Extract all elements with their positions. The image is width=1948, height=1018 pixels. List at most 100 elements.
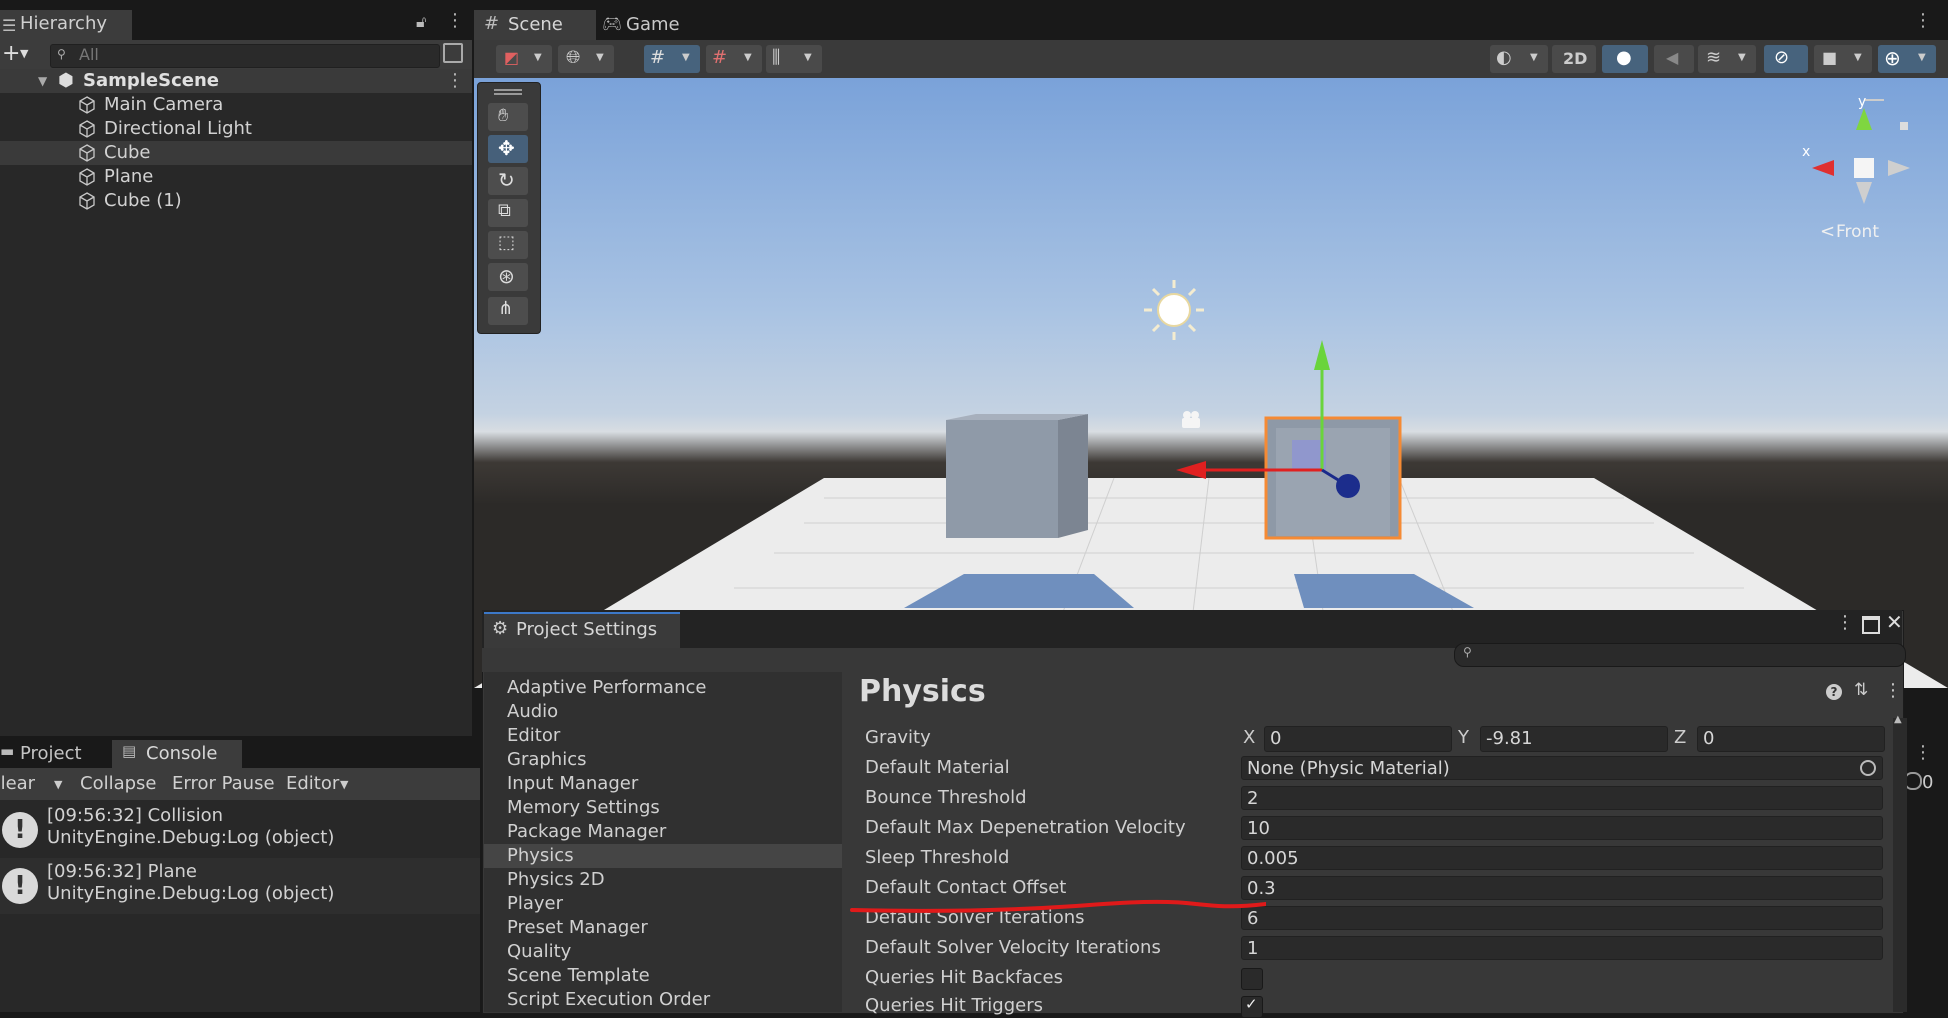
kebab-menu-icon[interactable]: ⋮: [1836, 612, 1854, 633]
scroll-up-icon[interactable]: ▲: [1894, 714, 1902, 725]
hierarchy-search-input[interactable]: ⚲ All: [50, 44, 440, 68]
chevron-down-icon[interactable]: ▼: [20, 47, 28, 60]
lock-icon[interactable]: 🔓︎: [416, 12, 426, 32]
nav-item[interactable]: Input Manager: [484, 772, 842, 796]
lighting-toggle-button[interactable]: ●: [1602, 45, 1648, 73]
console-log-entry[interactable]: ! [09:56:32] Plane UnityEngine.Debug:Log…: [0, 858, 480, 914]
camera-gizmo: [1182, 411, 1200, 428]
nav-item[interactable]: Package Manager: [484, 820, 842, 844]
settings-search-input[interactable]: ⚲: [1454, 643, 1906, 667]
maximize-icon[interactable]: [1862, 616, 1880, 634]
solver-velocity-iterations-field[interactable]: 1: [1241, 936, 1883, 960]
grid-snap-button[interactable]: # ▼: [644, 45, 700, 73]
shading-mode-button[interactable]: ◐ ▼: [1490, 45, 1548, 73]
gravity-label: Gravity: [865, 727, 931, 748]
help-icon[interactable]: ?: [1826, 684, 1842, 700]
2d-toggle-button[interactable]: 2D: [1552, 45, 1596, 73]
tab-console[interactable]: ▤ Console: [112, 740, 242, 768]
hierarchy-item-selected[interactable]: Cube: [0, 141, 472, 165]
nav-item[interactable]: Player: [484, 892, 842, 916]
scale-tool-button[interactable]: ⧉: [488, 199, 528, 227]
object-picker-icon[interactable]: [1860, 760, 1876, 776]
gravity-z-field[interactable]: 0: [1697, 726, 1885, 752]
nav-item[interactable]: Memory Settings: [484, 796, 842, 820]
chevron-down-icon[interactable]: ▼: [340, 778, 348, 791]
default-material-field[interactable]: None (Physic Material): [1241, 756, 1883, 780]
nav-item[interactable]: Scene Template: [484, 964, 842, 988]
transform-tool-button[interactable]: ⊛: [488, 263, 528, 291]
drag-handle-icon[interactable]: [494, 89, 522, 91]
nav-item[interactable]: Physics 2D: [484, 868, 842, 892]
contact-offset-field[interactable]: 0.3: [1241, 876, 1883, 900]
queries-hit-triggers-checkbox[interactable]: ✓: [1241, 995, 1263, 1018]
hierarchy-item[interactable]: Main Camera: [0, 93, 472, 117]
nav-item[interactable]: Editor: [484, 724, 842, 748]
hierarchy-tab[interactable]: ☰ Hierarchy: [0, 10, 132, 40]
project-settings-tab[interactable]: ⚙ Project Settings: [484, 612, 680, 650]
scene-visibility-icon[interactable]: [443, 43, 463, 63]
camera-settings-button[interactable]: ■ ▼: [1814, 45, 1872, 73]
kebab-menu-icon[interactable]: ⋮: [1884, 680, 1902, 701]
sleep-threshold-field[interactable]: 0.005: [1241, 846, 1883, 870]
tab-project[interactable]: ▬ Project: [0, 740, 110, 768]
nav-item[interactable]: Quality: [484, 940, 842, 964]
console-log-entry[interactable]: ! [09:56:32] Collision UnityEngine.Debug…: [0, 802, 480, 858]
tab-game[interactable]: 🎮︎ Game: [600, 12, 700, 40]
hierarchy-item[interactable]: Plane: [0, 165, 472, 189]
error-pause-button[interactable]: Error Pause: [172, 773, 275, 794]
gizmos-button[interactable]: ⊕ ▼: [1878, 45, 1936, 73]
nav-item-label: Physics: [507, 845, 574, 866]
kebab-menu-icon[interactable]: ⋮: [1914, 10, 1932, 31]
move-tool-button[interactable]: ✥: [488, 135, 528, 163]
tab-scene[interactable]: # Scene: [474, 10, 596, 40]
max-depenetration-field[interactable]: 10: [1241, 816, 1883, 840]
gameobject-cube-icon: [79, 168, 95, 186]
editor-dropdown[interactable]: Editor: [286, 773, 339, 794]
kebab-menu-icon[interactable]: ⋮: [446, 10, 464, 31]
global-local-button[interactable]: 🌐︎ ▼: [558, 45, 614, 73]
nav-item[interactable]: Adaptive Performance: [484, 676, 842, 700]
settings-nav: Adaptive Performance Audio Editor Graphi…: [484, 672, 842, 1012]
settings-scrollbar[interactable]: [1893, 718, 1907, 1012]
queries-hit-backfaces-label: Queries Hit Backfaces: [865, 967, 1063, 988]
chevron-down-icon[interactable]: ▼: [54, 778, 62, 791]
log-line-2: UnityEngine.Debug:Log (object): [47, 827, 335, 848]
kebab-menu-icon[interactable]: ⋮: [1914, 742, 1932, 763]
bounce-threshold-field[interactable]: 2: [1241, 786, 1883, 810]
rect-tool-button[interactable]: ⬚: [488, 231, 528, 259]
kebab-menu-icon[interactable]: ⋮: [446, 69, 464, 93]
nav-item[interactable]: Script Execution Order: [484, 988, 842, 1012]
nav-item[interactable]: Graphics: [484, 748, 842, 772]
nav-item[interactable]: Audio: [484, 700, 842, 724]
scene-viewport[interactable]: y x < Front: [474, 78, 1948, 688]
audio-toggle-button[interactable]: ◀: [1654, 45, 1694, 73]
effects-button[interactable]: ≋ ▼: [1698, 45, 1756, 73]
ruler-button[interactable]: ⫼ ▼: [766, 45, 822, 73]
nav-item-selected[interactable]: Physics: [484, 844, 842, 868]
collapse-button[interactable]: Collapse: [80, 773, 157, 794]
gravity-y-field[interactable]: -9.81: [1480, 726, 1668, 752]
rotate-tool-button[interactable]: ↻: [488, 167, 528, 195]
speaker-mute-icon: ◀: [1666, 48, 1679, 67]
add-icon[interactable]: +: [2, 41, 20, 66]
custom-tool-button[interactable]: ⋔: [488, 297, 528, 325]
queries-hit-backfaces-checkbox[interactable]: [1241, 968, 1263, 990]
preset-icon[interactable]: ⇅: [1854, 680, 1868, 700]
hand-tool-button[interactable]: ✋︎: [488, 103, 528, 131]
hidden-objects-toggle-button[interactable]: ⊘: [1764, 45, 1808, 73]
clear-button[interactable]: Clear: [0, 773, 35, 794]
nav-item[interactable]: Preset Manager: [484, 916, 842, 940]
hierarchy-item[interactable]: Directional Light: [0, 117, 472, 141]
default-material-label: Default Material: [865, 757, 1010, 778]
draw-mode-button[interactable]: ◩ ▼: [496, 45, 552, 73]
hierarchy-item[interactable]: Cube (1): [0, 189, 472, 213]
increment-snap-button[interactable]: # ▼: [706, 45, 762, 73]
expand-arrow-icon[interactable]: ▼: [38, 69, 47, 93]
gizmo-view-label[interactable]: Front: [1836, 222, 1879, 242]
scene-row[interactable]: ▼ ⬢ SampleScene ⋮: [0, 69, 472, 93]
solver-iterations-field[interactable]: 6: [1241, 906, 1883, 930]
gameobject-cube-icon: [79, 96, 95, 114]
orientation-gizmo[interactable]: [1794, 90, 1914, 240]
gravity-x-field[interactable]: 0: [1264, 726, 1452, 752]
close-icon[interactable]: ✕: [1886, 610, 1903, 634]
